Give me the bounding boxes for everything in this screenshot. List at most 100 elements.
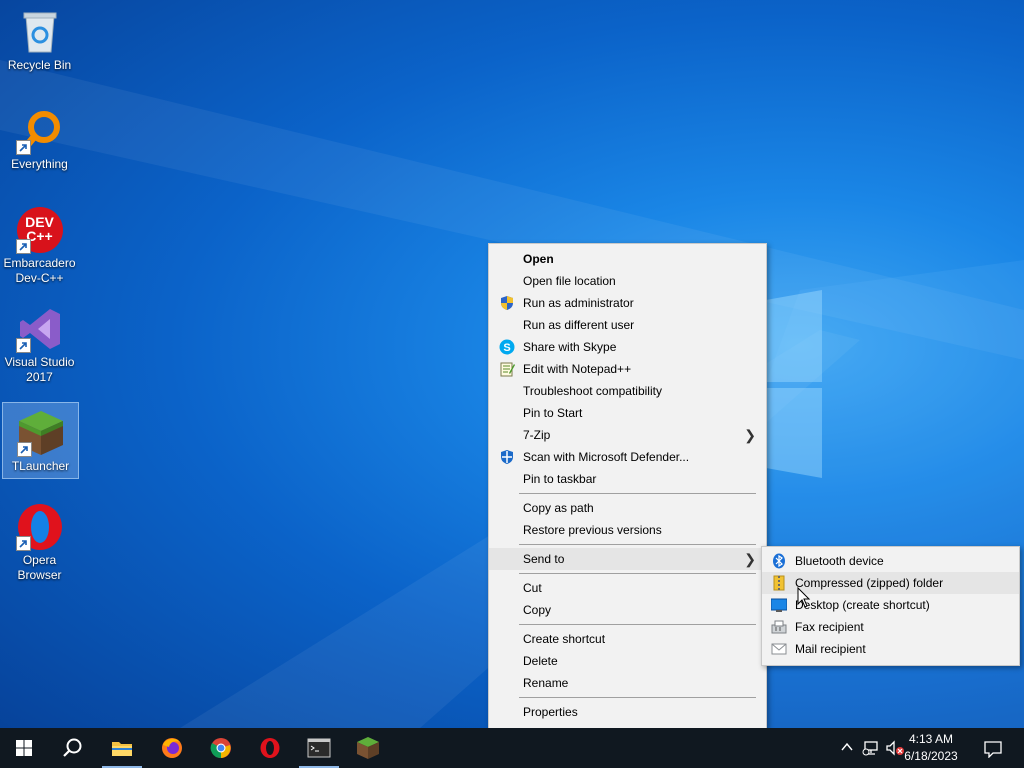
menu-item-copy-as-path[interactable]: Copy as path (489, 497, 766, 519)
menu-item-restore-previous-versions[interactable]: Restore previous versions (489, 519, 766, 541)
menu-item-label: Scan with Microsoft Defender... (523, 450, 690, 464)
mail-icon (771, 641, 787, 657)
taskbar-clock[interactable]: 4:13 AM 6/18/2023 (896, 731, 966, 765)
menu-item-label: Open (523, 252, 554, 266)
show-hidden-icons-button[interactable] (838, 728, 856, 768)
menu-item-label: Create shortcut (523, 632, 606, 646)
menu-item-label: Send to (523, 552, 565, 566)
menu-item-label: Delete (523, 654, 558, 668)
menu-item-share-with-skype[interactable]: S Share with Skype (489, 336, 766, 358)
action-center-button[interactable] (978, 728, 1008, 768)
menu-item-open[interactable]: Open (489, 248, 766, 270)
sendto-item-fax-recipient[interactable]: Fax recipient (762, 616, 1019, 638)
menu-item-label: Bluetooth device (795, 554, 884, 568)
menu-item-run-as-administrator[interactable]: Run as administrator (489, 292, 766, 314)
menu-separator (519, 697, 756, 698)
menu-item-label: Pin to taskbar (523, 472, 597, 486)
menu-item-7zip[interactable]: 7-Zip ❯ (489, 424, 766, 446)
shortcut-arrow-icon (16, 442, 32, 457)
shortcut-arrow-icon (15, 140, 31, 155)
desktop-icon-label: TLauncher (11, 459, 70, 473)
network-tray-button[interactable] (861, 728, 881, 768)
chrome-icon (210, 738, 231, 759)
menu-item-label: Troubleshoot compatibility (523, 384, 662, 398)
taskbar-opera[interactable] (246, 728, 294, 768)
sendto-item-bluetooth[interactable]: Bluetooth device (762, 550, 1019, 572)
chevron-right-icon: ❯ (744, 427, 756, 443)
taskbar-chrome[interactable] (197, 728, 245, 768)
clock-time: 4:13 AM (908, 732, 954, 746)
menu-item-create-shortcut[interactable]: Create shortcut (489, 628, 766, 650)
menu-item-label: Desktop (create shortcut) (795, 598, 930, 612)
taskbar-terminal[interactable] (295, 728, 343, 768)
desktop-icon-everything[interactable]: Everything (2, 101, 77, 176)
menu-item-label: Copy (523, 603, 552, 617)
taskbar-file-explorer[interactable] (98, 728, 146, 768)
desktop-icon-devcpp[interactable]: DEV C++ Embarcadero Dev-C++ (2, 200, 77, 290)
zip-folder-icon (771, 575, 787, 591)
menu-separator (519, 624, 756, 625)
menu-item-label: Fax recipient (795, 620, 864, 634)
menu-item-label: Copy as path (523, 501, 594, 515)
menu-item-label: Cut (523, 581, 542, 595)
desktop-icon-opera[interactable]: Opera Browser (2, 497, 77, 587)
firefox-icon (162, 738, 182, 758)
everything-search-icon (15, 107, 64, 155)
menu-item-label: 7-Zip (523, 428, 551, 442)
opera-icon (260, 738, 280, 758)
menu-item-pin-to-start[interactable]: Pin to Start (489, 402, 766, 424)
mouse-cursor-icon (797, 587, 811, 608)
defender-icon (499, 449, 515, 465)
menu-separator (519, 493, 756, 494)
menu-item-label: Run as different user (523, 318, 635, 332)
menu-item-troubleshoot-compatibility[interactable]: Troubleshoot compatibility (489, 380, 766, 402)
shortcut-arrow-icon (15, 239, 31, 254)
menu-item-run-as-different-user[interactable]: Run as different user (489, 314, 766, 336)
bluetooth-icon (771, 553, 787, 569)
menu-item-edit-with-notepadpp[interactable]: Edit with Notepad++ (489, 358, 766, 380)
sendto-item-mail-recipient[interactable]: Mail recipient (762, 638, 1019, 660)
desktop-icon-label: Everything (11, 157, 68, 171)
notepadpp-icon (499, 361, 515, 377)
menu-item-rename[interactable]: Rename (489, 672, 766, 694)
terminal-icon (307, 738, 331, 758)
visual-studio-icon (15, 305, 64, 353)
menu-item-open-file-location[interactable]: Open file location (489, 270, 766, 292)
recycle-bin-icon (16, 8, 64, 56)
context-menu: Open Open file location Run as administr… (488, 243, 767, 729)
desktop-icon-visual-studio[interactable]: Visual Studio 2017 (2, 299, 77, 389)
skype-icon: S (499, 339, 515, 355)
fax-icon (771, 619, 787, 635)
start-button[interactable] (0, 728, 48, 768)
grass-block-icon (16, 409, 65, 457)
menu-item-label: Pin to Start (523, 406, 583, 420)
grass-block-icon (357, 737, 379, 759)
devcpp-icon: DEV C++ (15, 206, 64, 254)
chevron-up-icon (841, 742, 853, 751)
menu-item-send-to[interactable]: Send to ❯ (489, 548, 766, 570)
search-icon (63, 738, 82, 757)
taskbar-firefox[interactable] (148, 728, 196, 768)
desktop-icon-label: Visual Studio 2017 (4, 355, 75, 384)
menu-item-label: Open file location (523, 274, 616, 288)
shortcut-arrow-icon (15, 338, 31, 353)
menu-item-delete[interactable]: Delete (489, 650, 766, 672)
desktop-icon-tlauncher[interactable]: TLauncher (2, 402, 79, 479)
notification-icon (984, 741, 1002, 758)
menu-item-properties[interactable]: Properties (489, 701, 766, 723)
svg-text:S: S (503, 342, 510, 354)
opera-icon (15, 503, 64, 551)
menu-item-label: Edit with Notepad++ (523, 362, 632, 376)
chevron-right-icon: ❯ (744, 551, 756, 567)
menu-item-cut[interactable]: Cut (489, 577, 766, 599)
desktop-icon-recycle-bin[interactable]: Recycle Bin (2, 2, 77, 77)
search-button[interactable] (48, 728, 96, 768)
menu-item-pin-to-taskbar[interactable]: Pin to taskbar (489, 468, 766, 490)
taskbar-tlauncher[interactable] (344, 728, 392, 768)
taskbar: 4:13 AM 6/18/2023 (0, 728, 1024, 768)
folder-icon (112, 742, 132, 756)
menu-item-copy[interactable]: Copy (489, 599, 766, 621)
menu-item-label: Run as administrator (523, 296, 634, 310)
menu-item-scan-with-defender[interactable]: Scan with Microsoft Defender... (489, 446, 766, 468)
clock-date: 6/18/2023 (904, 749, 958, 763)
